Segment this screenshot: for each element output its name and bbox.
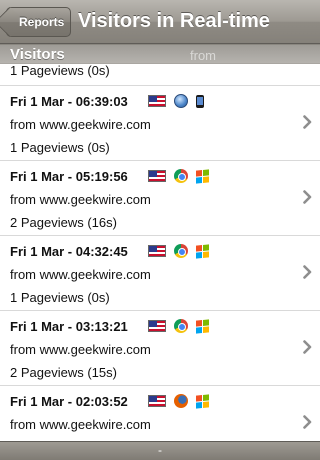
- scrolled-under-text: from www.geekwire.com: [190, 48, 302, 78]
- windows-icon: [196, 168, 209, 184]
- back-button-label: Reports: [19, 15, 65, 29]
- pageviews-text: 2 Pageviews (15s): [10, 365, 117, 380]
- chevron-right-icon: [303, 265, 312, 284]
- safari-globe-icon: [174, 94, 188, 108]
- referrer-text: from www.geekwire.com: [10, 117, 151, 132]
- us-flag-icon: [148, 395, 166, 407]
- list-item[interactable]: Fri 1 Mar - 05:19:56 from www.geekwire.co…: [0, 162, 320, 236]
- list-item[interactable]: Fri 1 Mar - 04:32:45 from www.geekwire.co…: [0, 237, 320, 311]
- us-flag-icon: [148, 95, 166, 107]
- us-flag-icon: [148, 320, 166, 332]
- visitor-icons: [148, 393, 209, 409]
- visitor-icons: [148, 243, 209, 259]
- us-flag-icon: [148, 245, 166, 257]
- visitor-icons: [148, 168, 209, 184]
- firefox-icon: [174, 394, 188, 408]
- toolbar-label: -: [158, 443, 162, 457]
- iphone-icon: [196, 94, 204, 108]
- pageviews-text: 1 Pageviews (0s): [10, 290, 110, 305]
- chrome-icon: [174, 244, 188, 258]
- page-title: Visitors in Real-time: [78, 10, 270, 32]
- windows-icon: [196, 243, 209, 259]
- bottom-toolbar: -: [0, 441, 320, 460]
- chrome-icon: [174, 169, 188, 183]
- list-item[interactable]: Fri 1 Mar - 03:13:21 from www.geekwire.co…: [0, 312, 320, 386]
- visit-time: Fri 1 Mar - 06:39:03: [10, 94, 128, 109]
- referrer-text: from www.geekwire.com: [10, 342, 151, 357]
- chevron-right-icon: [303, 115, 312, 134]
- windows-icon: [196, 318, 209, 334]
- visitors-list[interactable]: Visitors from www.geekwire.com 1 Pagevie…: [0, 44, 320, 441]
- visit-time: Fri 1 Mar - 03:13:21: [10, 319, 128, 334]
- referrer-text: from www.geekwire.com: [10, 417, 151, 432]
- navigation-bar: Reports Visitors in Real-time: [0, 0, 320, 44]
- visit-time: Fri 1 Mar - 05:19:56: [10, 169, 128, 184]
- chevron-right-icon: [303, 415, 312, 434]
- visitor-icons: [148, 318, 209, 334]
- referrer-text: from www.geekwire.com: [10, 267, 151, 282]
- windows-icon: [196, 393, 209, 409]
- pageviews-text: 1 Pageviews (0s): [10, 140, 110, 155]
- chrome-icon: [174, 319, 188, 333]
- referrer-text: from www.geekwire.com: [10, 192, 151, 207]
- reports-back-button[interactable]: Reports: [6, 7, 71, 37]
- list-item[interactable]: Fri 1 Mar - 06:39:03 from www.geekwire.co…: [0, 87, 320, 161]
- chevron-right-icon: [303, 190, 312, 209]
- chevron-right-icon: [303, 340, 312, 359]
- pageviews-text: 1 Pageviews (0s): [10, 63, 110, 78]
- visit-time: Fri 1 Mar - 02:03:52: [10, 394, 128, 409]
- us-flag-icon: [148, 170, 166, 182]
- visit-time: Fri 1 Mar - 04:32:45: [10, 244, 128, 259]
- list-item[interactable]: Fri 1 Mar - 02:03:52 from www.geekwire.co…: [0, 387, 320, 441]
- visitor-icons: [148, 94, 204, 108]
- pageviews-text: 2 Pageviews (16s): [10, 215, 117, 230]
